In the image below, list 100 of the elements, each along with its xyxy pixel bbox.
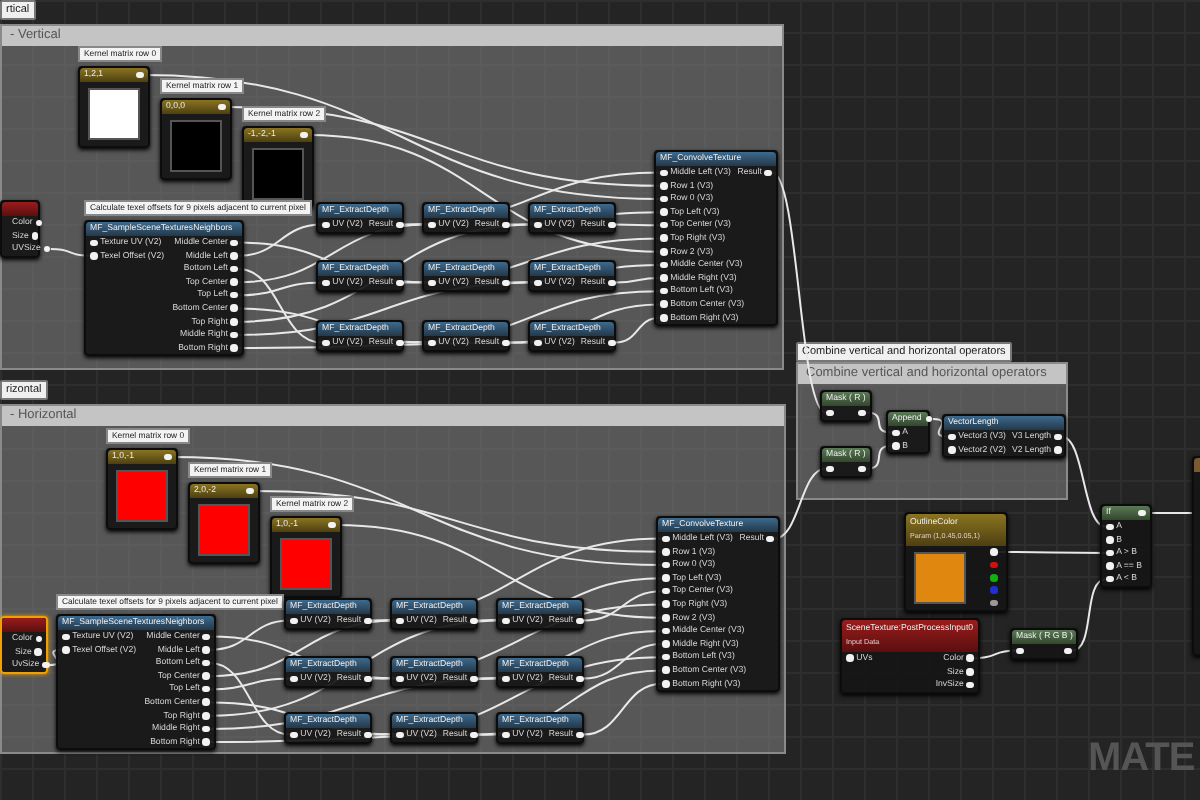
pin-icon[interactable] — [164, 453, 172, 461]
pin-icon[interactable] — [502, 617, 510, 625]
pin-icon[interactable] — [1106, 562, 1114, 570]
pin-icon[interactable] — [202, 633, 210, 641]
pin-icon[interactable] — [1016, 647, 1024, 655]
pin-icon[interactable] — [608, 279, 616, 287]
pin-icon[interactable] — [202, 685, 210, 693]
pin-icon[interactable] — [576, 675, 584, 683]
pin-icon[interactable] — [502, 279, 510, 287]
pin-icon[interactable] — [290, 675, 298, 683]
pin-icon[interactable] — [660, 314, 668, 322]
pin-icon[interactable] — [966, 667, 974, 676]
pin-icon[interactable] — [396, 221, 404, 229]
pin-icon[interactable] — [396, 617, 404, 625]
pin-icon[interactable] — [428, 221, 436, 229]
pin-icon[interactable] — [396, 675, 404, 683]
pin-icon[interactable] — [322, 279, 330, 287]
pin-icon[interactable] — [990, 599, 998, 607]
pin-icon[interactable] — [662, 640, 670, 648]
pin-icon[interactable] — [858, 465, 866, 473]
pin-icon[interactable] — [202, 738, 210, 746]
pin-icon[interactable] — [948, 433, 956, 441]
pin-icon[interactable] — [662, 600, 670, 609]
pin-icon[interactable] — [608, 339, 616, 347]
pin-icon[interactable] — [1054, 433, 1062, 441]
pin-icon[interactable] — [966, 681, 974, 689]
pin-icon[interactable] — [766, 535, 774, 543]
pin-icon[interactable] — [230, 331, 238, 339]
pin-icon[interactable] — [1106, 575, 1114, 583]
pin-icon[interactable] — [858, 409, 866, 417]
pin-icon[interactable] — [470, 617, 478, 625]
pin-icon[interactable] — [300, 131, 308, 139]
pin-icon[interactable] — [662, 666, 670, 675]
pin-icon[interactable] — [230, 304, 238, 313]
function-node[interactable] — [654, 150, 778, 327]
pin-icon[interactable] — [62, 633, 70, 641]
pin-icon[interactable] — [202, 698, 210, 707]
pin-icon[interactable] — [230, 318, 238, 326]
pin-icon[interactable] — [662, 614, 670, 622]
pin-icon[interactable] — [662, 627, 670, 635]
pin-icon[interactable] — [246, 487, 254, 495]
pin-icon[interactable] — [846, 654, 854, 662]
pin-icon[interactable] — [230, 239, 238, 247]
pin-icon[interactable] — [290, 617, 298, 625]
pin-icon[interactable] — [43, 245, 51, 253]
pin-icon[interactable] — [230, 265, 238, 273]
pin-icon[interactable] — [662, 574, 670, 582]
pin-icon[interactable] — [966, 654, 974, 662]
pin-icon[interactable] — [502, 731, 510, 739]
pin-icon[interactable] — [290, 731, 298, 739]
pin-icon[interactable] — [826, 465, 834, 473]
pin-icon[interactable] — [660, 169, 668, 177]
pin-icon[interactable] — [892, 442, 900, 450]
pin-icon[interactable] — [502, 221, 510, 229]
pin-icon[interactable] — [534, 279, 542, 287]
pin-icon[interactable] — [1106, 523, 1114, 531]
pin-icon[interactable] — [90, 239, 98, 247]
pin-icon[interactable] — [202, 659, 210, 667]
pin-icon[interactable] — [660, 261, 668, 269]
pin-icon[interactable] — [136, 71, 144, 79]
pin-icon[interactable] — [42, 661, 50, 669]
pin-icon[interactable] — [34, 648, 42, 656]
pin-icon[interactable] — [428, 339, 436, 347]
pin-icon[interactable] — [230, 252, 238, 260]
pin-icon[interactable] — [328, 521, 336, 529]
pin-icon[interactable] — [662, 680, 670, 688]
pin-icon[interactable] — [660, 274, 668, 282]
pin-icon[interactable] — [31, 232, 39, 240]
pin-icon[interactable] — [576, 617, 584, 625]
pin-icon[interactable] — [364, 731, 372, 739]
pin-icon[interactable] — [660, 208, 668, 216]
pin-icon[interactable] — [502, 339, 510, 347]
pin-icon[interactable] — [230, 344, 238, 352]
pin-icon[interactable] — [662, 535, 670, 543]
pin-icon[interactable] — [470, 731, 478, 739]
pin-icon[interactable] — [764, 169, 772, 177]
pin-icon[interactable] — [892, 429, 900, 437]
pin-icon[interactable] — [662, 653, 670, 661]
pin-icon[interactable] — [948, 446, 956, 454]
pin-icon[interactable] — [1138, 509, 1146, 517]
pin-icon[interactable] — [230, 278, 238, 286]
pin-icon[interactable] — [660, 287, 668, 295]
pin-icon[interactable] — [1054, 446, 1062, 454]
pin-icon[interactable] — [1106, 536, 1114, 544]
pin-icon[interactable] — [534, 339, 542, 347]
function-node[interactable] — [656, 516, 780, 693]
pin-icon[interactable] — [90, 252, 98, 260]
pin-icon[interactable] — [470, 675, 478, 683]
pin-icon[interactable] — [660, 221, 668, 229]
pin-icon[interactable] — [826, 409, 834, 417]
pin-icon[interactable] — [662, 587, 670, 595]
pin-icon[interactable] — [925, 415, 933, 423]
pin-icon[interactable] — [202, 712, 210, 720]
pin-icon[interactable] — [662, 548, 670, 556]
pin-icon[interactable] — [35, 635, 43, 643]
pin-icon[interactable] — [364, 617, 372, 625]
pin-icon[interactable] — [202, 672, 210, 680]
pin-icon[interactable] — [35, 219, 43, 227]
pin-icon[interactable] — [202, 725, 210, 733]
pin-icon[interactable] — [502, 675, 510, 683]
